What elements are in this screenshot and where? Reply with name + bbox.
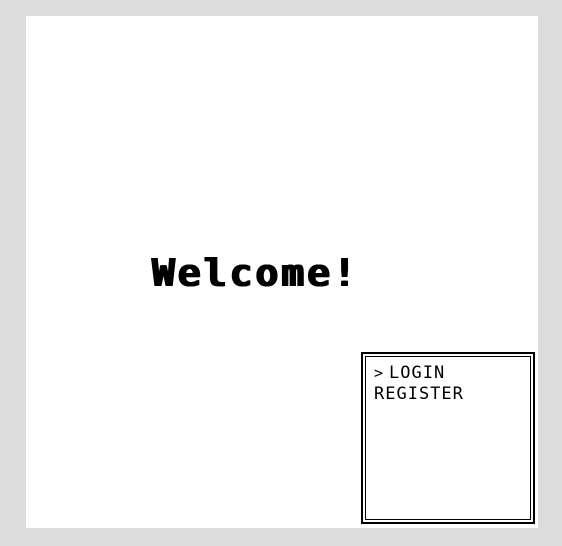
game-screen: Welcome! > LOGIN REGISTER: [26, 16, 538, 528]
welcome-message: Welcome!: [152, 251, 360, 295]
menu-item-label: REGISTER: [374, 384, 464, 404]
menu-list: > LOGIN REGISTER: [374, 363, 464, 405]
menu-item-register[interactable]: REGISTER: [374, 384, 464, 405]
menu-box-inner-border: > LOGIN REGISTER: [365, 356, 531, 520]
menu-item-login[interactable]: > LOGIN: [374, 363, 464, 384]
menu-box: > LOGIN REGISTER: [361, 352, 535, 524]
menu-cursor-icon: >: [374, 364, 385, 382]
menu-item-label: LOGIN: [389, 363, 446, 383]
